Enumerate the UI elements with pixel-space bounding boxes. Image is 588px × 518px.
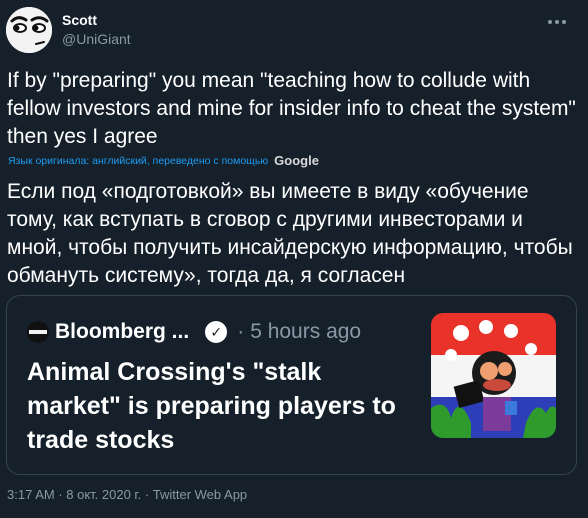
translation-note[interactable]: Язык оригинала: английский, переведено с…	[8, 155, 268, 167]
google-logo: Google	[274, 153, 319, 168]
more-dots-glyph	[548, 20, 566, 24]
display-name[interactable]: Scott	[62, 12, 97, 28]
verified-badge-icon: ✓	[205, 321, 228, 343]
translation-attribution: Язык оригинала: английский, переведено с…	[8, 153, 319, 168]
source-name: Bloomberg ...	[55, 320, 190, 343]
more-dots-icon[interactable]	[544, 8, 570, 30]
tweet-meta[interactable]: 3:17 AM · 8 окт. 2020 г. · Twitter Web A…	[7, 487, 247, 502]
card-headline: Animal Crossing's "stalk market" is prep…	[27, 358, 396, 454]
avatar-face-icon	[6, 7, 52, 53]
tweet-text-translated: Если под «подготовкой» вы имеете в виду …	[7, 180, 573, 287]
tweet-text-original: If by "preparing" you mean "teaching how…	[7, 69, 576, 148]
source-time: 5 hours ago	[250, 320, 362, 343]
separator-dot: ·	[237, 320, 245, 343]
avatar[interactable]	[6, 7, 52, 53]
card-source-row: Bloomberg ... ✓ · 5 hours ago	[27, 320, 361, 344]
animal-crossing-thumbnail	[431, 313, 556, 438]
quote-card[interactable]: Bloomberg ... ✓ · 5 hours ago Animal Cro…	[6, 295, 577, 475]
bloomberg-logo-icon	[27, 321, 49, 343]
user-handle[interactable]: @UniGiant	[62, 31, 131, 47]
thumbnail-image	[431, 313, 556, 438]
tweet: Scott @UniGiant If by "preparing" you me…	[0, 0, 588, 518]
